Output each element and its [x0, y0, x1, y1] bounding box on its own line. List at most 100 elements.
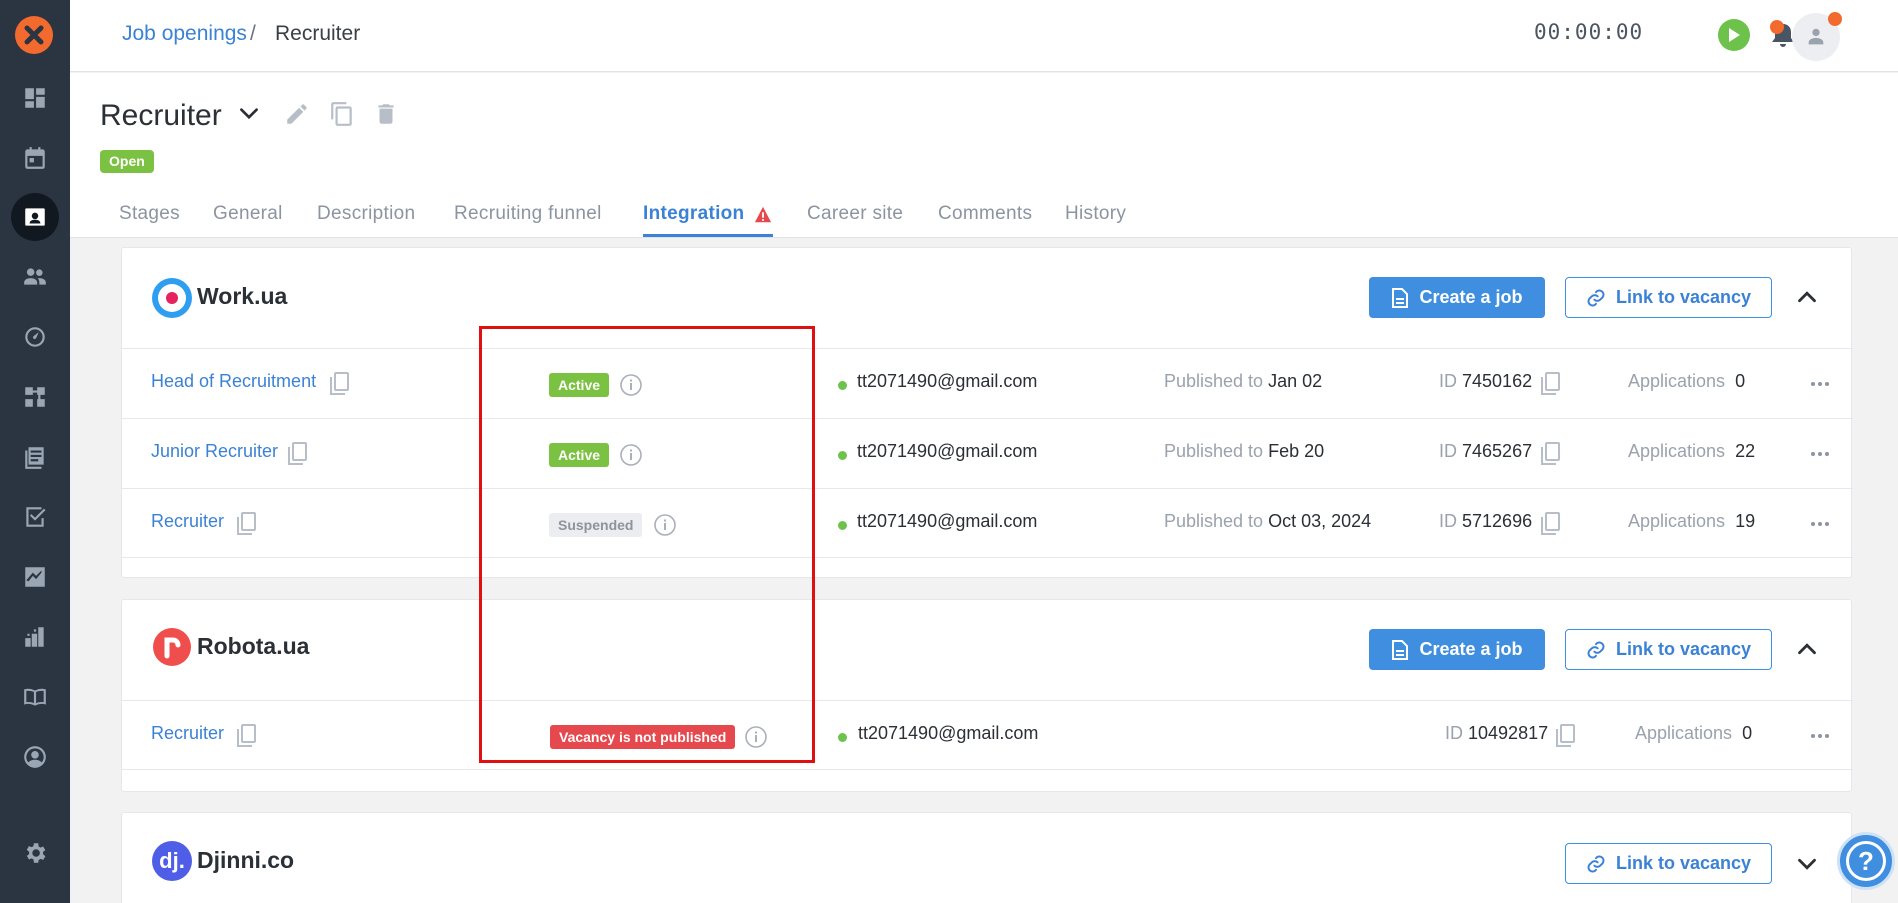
- candidates-icon[interactable]: [11, 253, 59, 301]
- edit-pencil-icon[interactable]: [284, 101, 310, 127]
- integration-card-djinni-co: dj. Djinni.co Link to vacancy: [121, 812, 1852, 903]
- job-openings-icon[interactable]: [11, 193, 59, 241]
- vacancy-title-link[interactable]: Recruiter: [151, 511, 224, 532]
- dashboard-icon[interactable]: [11, 74, 59, 122]
- account-email: tt2071490@gmail.com: [857, 441, 1038, 461]
- tab-comments[interactable]: Comments: [938, 203, 1032, 225]
- workflow-icon[interactable]: [11, 373, 59, 421]
- table-row: Head of Recruitment Active tt2071490@gma…: [122, 348, 1853, 418]
- integration-name: Djinni.co: [197, 847, 295, 873]
- calendar-icon[interactable]: [11, 134, 59, 182]
- copy-icon[interactable]: [327, 371, 351, 397]
- integration-card-work-ua: Work.ua Create a job Link to vacancy Hea…: [121, 247, 1853, 578]
- link-icon: [1587, 855, 1605, 872]
- timer-play-button[interactable]: [1718, 19, 1750, 51]
- status-badge: Active: [549, 443, 610, 467]
- link-to-vacancy-label: Link to vacancy: [1615, 853, 1752, 873]
- create-job-label: Create a job: [1419, 639, 1523, 659]
- copy-icon[interactable]: [234, 511, 258, 537]
- knowledge-base-icon[interactable]: [11, 673, 59, 721]
- table-row: Recruiter Suspended tt2071490@gmail.com …: [122, 488, 1853, 558]
- email-status-dot: [838, 451, 847, 460]
- email-status-dot: [838, 521, 847, 530]
- more-options-icon[interactable]: [1808, 726, 1832, 746]
- sidebar: [0, 0, 70, 903]
- breadcrumb-current: Recruiter: [275, 22, 361, 45]
- library-icon[interactable]: [11, 433, 59, 481]
- more-options-icon[interactable]: [1808, 514, 1832, 534]
- tab-history[interactable]: History: [1065, 203, 1126, 225]
- tab-stages[interactable]: Stages: [119, 203, 180, 225]
- breadcrumb-separator: /: [250, 22, 256, 45]
- djinni-logo-icon: dj.: [152, 841, 192, 881]
- settings-gear-icon[interactable]: [11, 829, 59, 877]
- more-options-icon[interactable]: [1808, 374, 1832, 394]
- vacancy-id: ID 10492817: [1445, 723, 1549, 743]
- account-email: tt2071490@gmail.com: [858, 723, 1039, 743]
- tasks-icon[interactable]: [11, 493, 59, 541]
- speedometer-icon[interactable]: [11, 313, 59, 361]
- create-job-button[interactable]: Create a job: [1369, 629, 1545, 670]
- app-logo-icon[interactable]: [15, 16, 53, 54]
- status-badge: Suspended: [549, 513, 643, 537]
- create-job-label: Create a job: [1419, 287, 1523, 307]
- tab-description[interactable]: Description: [317, 203, 415, 225]
- copy-id-icon[interactable]: [1553, 723, 1577, 749]
- document-icon: [1392, 639, 1409, 660]
- copy-id-icon[interactable]: [1538, 511, 1562, 537]
- status-badge: Vacancy is not published: [550, 725, 736, 749]
- breadcrumb-job-openings-link[interactable]: Job openings: [122, 22, 247, 46]
- job-header: Recruiter Open Stages General Descriptio…: [70, 73, 1898, 238]
- link-to-vacancy-label: Link to vacancy: [1615, 287, 1752, 307]
- collapse-chevron-up-icon[interactable]: [1792, 282, 1822, 312]
- copy-icon[interactable]: [234, 723, 258, 749]
- integration-card-robota-ua: Robota.ua Create a job Link to vacancy R…: [121, 599, 1853, 792]
- trash-icon[interactable]: [373, 101, 399, 127]
- info-icon[interactable]: [744, 725, 768, 749]
- copy-icon[interactable]: [285, 441, 309, 467]
- document-icon: [1392, 287, 1409, 308]
- page-title: Recruiter: [100, 99, 222, 132]
- copy-icon[interactable]: [329, 101, 355, 127]
- link-to-vacancy-button[interactable]: Link to vacancy: [1565, 277, 1772, 318]
- help-button[interactable]: ?: [1837, 832, 1895, 890]
- vacancy-title-link[interactable]: Recruiter: [151, 723, 224, 744]
- link-to-vacancy-label: Link to vacancy: [1615, 639, 1752, 659]
- info-icon[interactable]: [619, 443, 643, 467]
- active-tab-indicator: [643, 234, 773, 237]
- published-date: Published to Oct 03, 2024: [1164, 511, 1372, 531]
- table-row: Junior Recruiter Active tt2071490@gmail.…: [122, 418, 1853, 488]
- notification-dot: [1770, 20, 1784, 34]
- vacancy-id: ID 5712696: [1439, 511, 1533, 531]
- expand-chevron-down-icon[interactable]: [1792, 849, 1822, 879]
- tab-career-site[interactable]: Career site: [807, 203, 903, 225]
- vacancy-title-link[interactable]: Head of Recruitment: [151, 371, 316, 392]
- profile-icon[interactable]: [11, 733, 59, 781]
- tab-recruiting-funnel[interactable]: Recruiting funnel: [454, 203, 602, 225]
- more-options-icon[interactable]: [1808, 444, 1832, 464]
- integrations-icon[interactable]: [11, 613, 59, 661]
- user-icon: [1808, 28, 1824, 45]
- title-chevron-down-icon[interactable]: [236, 101, 262, 127]
- tab-general[interactable]: General: [213, 203, 283, 225]
- copy-id-icon[interactable]: [1538, 441, 1562, 467]
- vacancy-id: ID 7465267: [1439, 441, 1533, 461]
- avatar-status-dot: [1828, 12, 1842, 26]
- analytics-icon[interactable]: [11, 553, 59, 601]
- time-tracker-display: 00:00:00: [1534, 20, 1644, 44]
- copy-id-icon[interactable]: [1538, 371, 1562, 397]
- tab-integration[interactable]: Integration: [643, 203, 744, 225]
- info-icon[interactable]: [653, 513, 677, 537]
- warning-triangle-icon: [754, 206, 772, 223]
- account-email: tt2071490@gmail.com: [857, 511, 1038, 531]
- create-job-button[interactable]: Create a job: [1369, 277, 1545, 318]
- info-icon[interactable]: [619, 373, 643, 397]
- link-to-vacancy-button[interactable]: Link to vacancy: [1565, 843, 1772, 884]
- link-to-vacancy-button[interactable]: Link to vacancy: [1565, 629, 1772, 670]
- collapse-chevron-up-icon[interactable]: [1792, 634, 1822, 664]
- published-date: Published to Feb 20: [1164, 441, 1325, 461]
- work-ua-logo-icon: [152, 278, 192, 318]
- play-icon: [1729, 28, 1740, 42]
- vacancy-title-link[interactable]: Junior Recruiter: [151, 441, 278, 462]
- job-status-badge: Open: [100, 150, 154, 173]
